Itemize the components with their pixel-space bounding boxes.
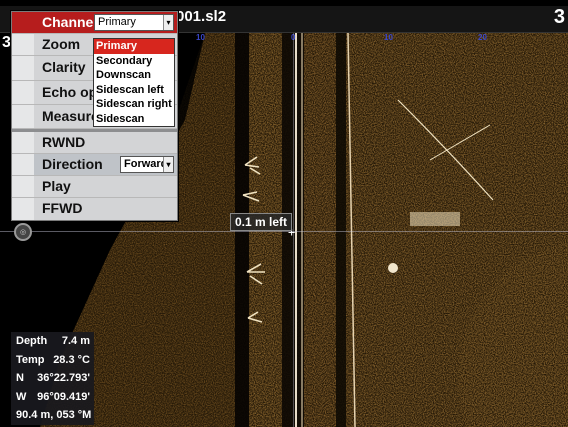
latitude-readout: N 36°22.793': [11, 369, 94, 388]
chevron-down-icon: ▾: [163, 157, 173, 172]
latitude-key: N: [16, 372, 24, 384]
range-scale-left-edge: 3: [2, 34, 11, 51]
menu-item-label: Channel: [42, 14, 98, 30]
menu-item-label: FFWD: [42, 200, 83, 216]
channel-option-sidescan-right[interactable]: Sidescan right: [94, 97, 174, 112]
channel-option-downscan[interactable]: Downscan: [94, 68, 174, 83]
latitude-value: 36°22.793': [37, 372, 90, 384]
menu-item-label: Measure: [42, 108, 99, 124]
menu-item-ffwd[interactable]: FFWD: [12, 198, 177, 220]
menu-item-play[interactable]: Play: [12, 176, 177, 198]
menu-item-rwnd[interactable]: RWND: [12, 132, 177, 154]
channel-option-sidescan[interactable]: Sidescan: [94, 112, 174, 127]
menu-item-label: Zoom: [42, 36, 81, 52]
cursor-horizontal-line: [0, 231, 568, 232]
range-tick-20: 20: [478, 33, 487, 42]
range-tick-10-right: 10: [384, 33, 393, 42]
data-overlay-panel: Depth 7.4 m Temp 28.3 °C N 36°22.793' W …: [11, 332, 94, 425]
longitude-key: W: [16, 390, 27, 403]
channel-dropdown-list: Primary Secondary Downscan Sidescan left…: [93, 38, 175, 127]
channel-option-sidescan-left[interactable]: Sidescan left: [94, 83, 174, 98]
temp-readout: Temp 28.3 °C: [11, 351, 94, 370]
depth-value: 7.4 m: [61, 335, 90, 347]
channel-option-primary[interactable]: Primary: [94, 39, 174, 54]
menu-item-label: Direction: [42, 156, 103, 172]
range-marker-icon: ◎: [14, 223, 32, 241]
range-tick-10-left: 10: [196, 33, 205, 42]
longitude-value: 96°09.419': [37, 390, 90, 403]
file-title: 001.sl2: [176, 8, 227, 25]
menu-item-label: Play: [42, 178, 71, 194]
direction-select-value: Forward: [124, 158, 168, 170]
depth-readout: Depth 7.4 m: [11, 332, 94, 351]
channel-option-secondary[interactable]: Secondary: [94, 54, 174, 69]
temp-value: 28.3 °C: [53, 353, 90, 366]
depth-key: Depth: [16, 335, 48, 347]
longitude-readout: W 96°09.419': [11, 388, 94, 407]
menu-item-label: RWND: [42, 134, 86, 150]
range-scale-right-edge: 3: [553, 6, 565, 28]
menu-item-label: Clarity: [42, 59, 86, 75]
bearing-readout: 90.4 m, 053 °M: [16, 409, 92, 421]
chevron-down-icon: ▾: [163, 15, 173, 30]
channel-select-value: Primary: [98, 16, 136, 28]
menu-item-direction[interactable]: Direction Forward ▾: [12, 154, 177, 176]
sonar-screen: 3 10 0 10 20 001.sl2 3 + 0.1 m left ◎ Ch…: [0, 0, 568, 427]
direction-select[interactable]: Forward ▾: [120, 156, 174, 173]
channel-select[interactable]: Primary ▾: [94, 14, 174, 31]
menu-item-channel[interactable]: Channel Primary ▾: [12, 12, 177, 34]
temp-key: Temp: [16, 353, 45, 366]
cursor-distance-label: 0.1 m left: [230, 213, 293, 231]
